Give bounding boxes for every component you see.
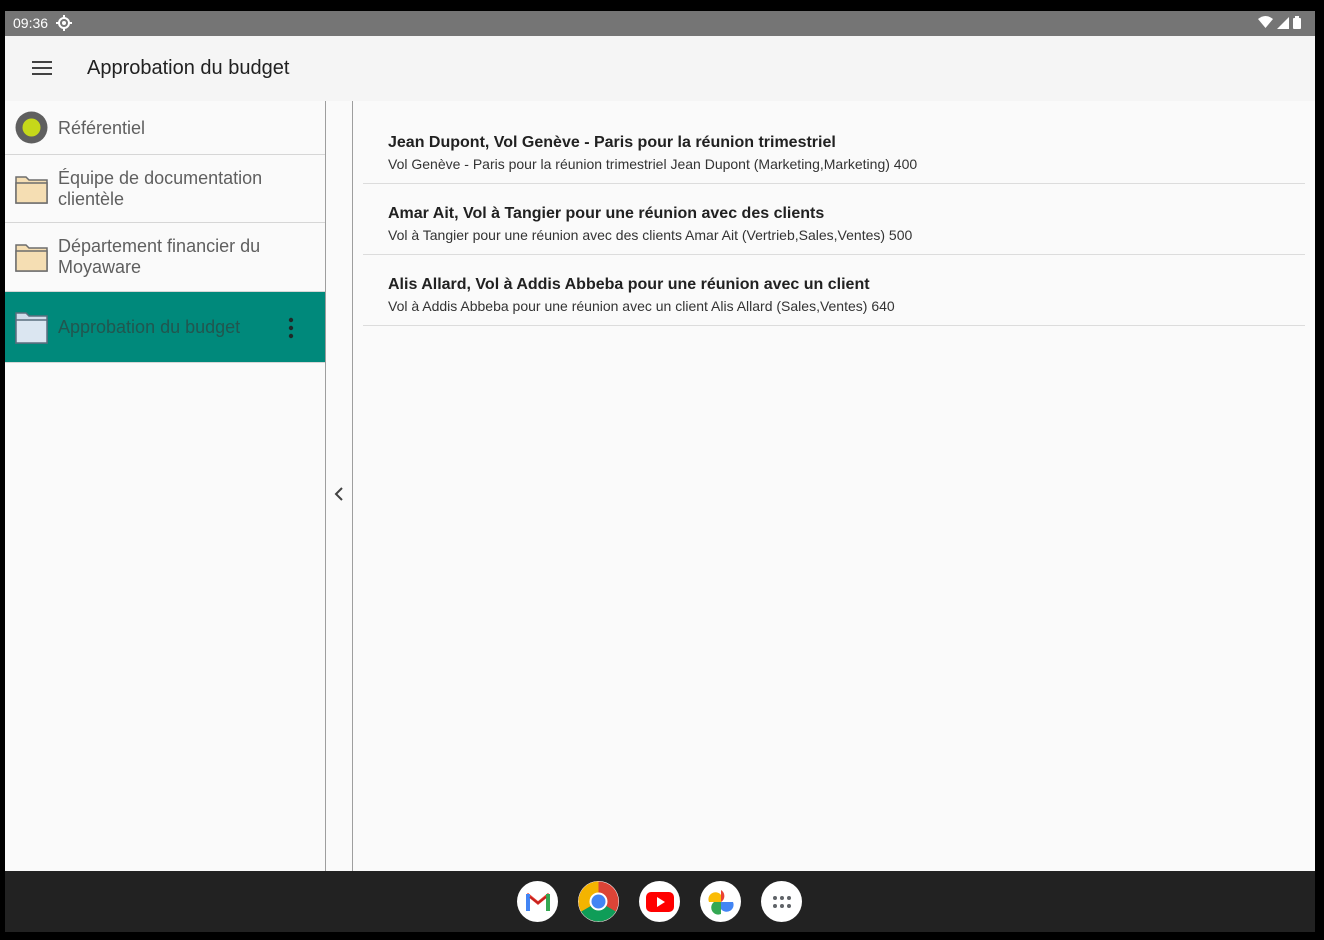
system-icons	[1258, 16, 1301, 29]
app-dock	[517, 881, 802, 922]
list-item-subtitle: Vol à Tangier pour une réunion avec des …	[388, 227, 913, 243]
signal-icon	[1277, 16, 1289, 29]
taskbar	[5, 871, 1315, 932]
list-item-title: Amar Ait, Vol à Tangier pour une réunion…	[388, 205, 825, 222]
status-bar: 09:36	[5, 11, 1315, 36]
pane-divider	[326, 101, 353, 881]
device-screen: 09:36 Approbation du budget Référentiel	[5, 11, 1315, 932]
content-list: Jean Dupont, Vol Genève - Paris pour la …	[353, 101, 1315, 881]
list-item[interactable]: Jean Dupont, Vol Genève - Paris pour la …	[363, 113, 1305, 184]
sidebar-item-label: Approbation du budget	[58, 317, 241, 337]
app-bar: Approbation du budget	[5, 36, 1315, 101]
folder-icon	[15, 244, 48, 272]
sidebar: Référentiel Équipe de documentation clie…	[5, 101, 326, 881]
list-item[interactable]: Amar Ait, Vol à Tangier pour une réunion…	[363, 184, 1305, 255]
status-time: 09:36	[13, 15, 49, 31]
sidebar-item-referentiel[interactable]: Référentiel	[5, 101, 325, 155]
wifi-icon	[1258, 16, 1273, 28]
sidebar-item-approbation-budget[interactable]: Approbation du budget	[5, 292, 325, 363]
list-item-subtitle: Vol à Addis Abbeba pour une réunion avec…	[388, 298, 895, 314]
sidebar-item-label: Département financier du Moyaware	[58, 236, 261, 277]
photos-icon[interactable]	[700, 881, 741, 922]
list-item-title: Alis Allard, Vol à Addis Abbeba pour une…	[388, 276, 870, 293]
sidebar-item-label: Référentiel	[58, 118, 146, 138]
chrome-icon[interactable]	[578, 881, 619, 922]
sidebar-item-equipe-documentation[interactable]: Équipe de documentation clientèle	[5, 155, 325, 223]
more-options-icon[interactable]	[281, 317, 301, 339]
hamburger-menu-icon[interactable]	[29, 56, 55, 80]
repository-icon	[15, 111, 48, 144]
sidebar-item-label: Équipe de documentation clientèle	[58, 168, 263, 209]
collapse-chevron-left-icon[interactable]	[332, 486, 346, 502]
sidebar-item-departement-financier[interactable]: Département financier du Moyaware	[5, 223, 325, 292]
app-drawer-icon[interactable]	[761, 881, 802, 922]
list-item-title: Jean Dupont, Vol Genève - Paris pour la …	[388, 134, 836, 151]
list-item-subtitle: Vol Genève - Paris pour la réunion trime…	[388, 156, 918, 172]
list-item[interactable]: Alis Allard, Vol à Addis Abbeba pour une…	[363, 255, 1305, 326]
battery-icon	[1293, 16, 1301, 29]
gmail-icon[interactable]	[517, 881, 558, 922]
folder-icon	[15, 176, 48, 204]
settings-gear-icon	[56, 15, 72, 31]
open-folder-icon	[15, 312, 48, 344]
youtube-icon[interactable]	[639, 881, 680, 922]
page-title: Approbation du budget	[87, 57, 290, 79]
